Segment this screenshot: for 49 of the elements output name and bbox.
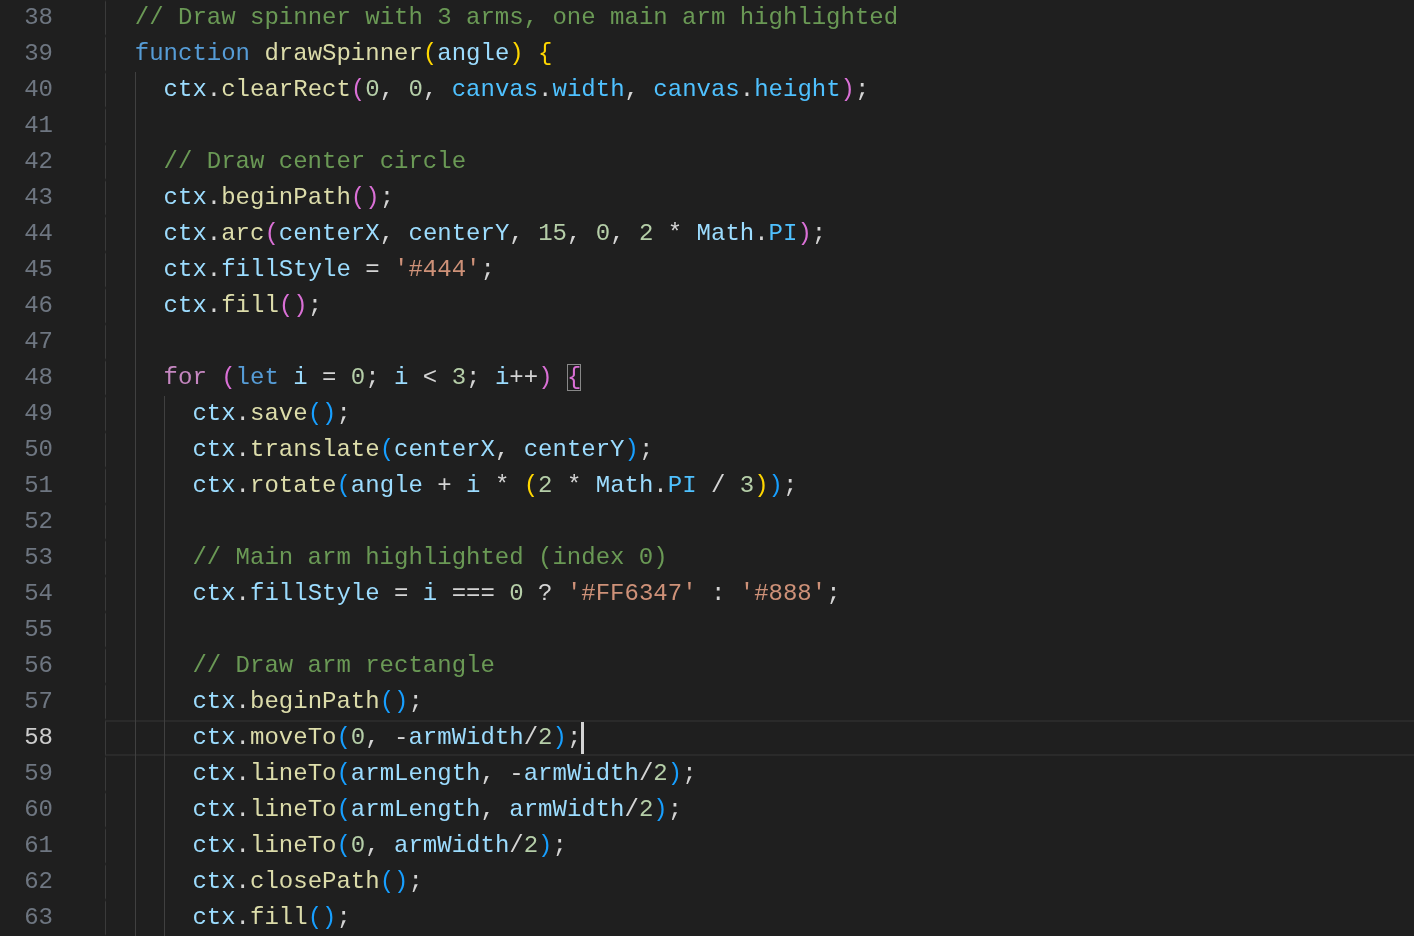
code-line: ctx.lineTo(armLength, armWidth/2); (192, 795, 683, 825)
code-line: // Draw center circle (163, 147, 467, 177)
line-number: 47 (23, 327, 54, 357)
code-line: ctx.lineTo(armLength, -armWidth/2); (192, 759, 697, 789)
code-line: // Main arm highlighted (index 0) (192, 543, 668, 573)
code-line: ctx.rotate(angle + i * (2 * Math.PI / 3)); (192, 471, 798, 501)
line-number: 39 (23, 39, 54, 69)
code-line: ctx.beginPath(); (192, 687, 423, 717)
line-number: 55 (23, 615, 54, 645)
line-number: 60 (23, 795, 54, 825)
code-line: ctx.beginPath(); (163, 183, 395, 213)
line-number: 40 (23, 75, 54, 105)
text-cursor (581, 722, 585, 754)
code-line: ctx.fillStyle = '#444'; (163, 255, 495, 285)
line-number: 54 (23, 579, 54, 609)
code-line: // Draw spinner with 3 arms, one main arm highlighted (134, 3, 899, 33)
code-line: ctx.translate(centerX, centerY); (192, 435, 654, 465)
line-number: 61 (23, 831, 54, 861)
line-number: 59 (23, 759, 54, 789)
line-number: 38 (23, 3, 54, 33)
code-line: ctx.fillStyle = i === 0 ? '#FF6347' : '#888'; (192, 579, 841, 609)
line-number: 49 (23, 399, 54, 429)
line-number: 48 (23, 363, 54, 393)
line-number: 58 (23, 723, 54, 753)
code-line: ctx.arc(centerX, centerY, 15, 0, 2 * Math.PI); (163, 219, 827, 249)
code-line: ctx.moveTo(0, -armWidth/2); (192, 723, 582, 753)
line-number: 63 (23, 903, 54, 933)
code-line: // Draw arm rectangle (192, 651, 495, 681)
code-line: ctx.fill(); (192, 903, 351, 933)
code-line: function drawSpinner(angle) { (134, 39, 553, 69)
line-number: 62 (23, 867, 54, 897)
code-line: ctx.clearRect(0, 0, canvas.width, canvas.height); (163, 75, 870, 105)
line-number: 57 (23, 687, 54, 717)
code-line: ctx.fill(); (163, 291, 323, 321)
line-number: 53 (23, 543, 54, 573)
line-number: 51 (23, 471, 54, 501)
line-number: 56 (23, 651, 54, 681)
code-line: ctx.closePath(); (192, 867, 423, 897)
line-number: 42 (23, 147, 54, 177)
line-number: 45 (23, 255, 54, 285)
line-number: 43 (23, 183, 54, 213)
line-number: 41 (23, 111, 54, 141)
line-number: 52 (23, 507, 54, 537)
code-line: ctx.save(); (192, 399, 351, 429)
line-number: 46 (23, 291, 54, 321)
code-line: ctx.lineTo(0, armWidth/2); (192, 831, 567, 861)
code-line: for (let i = 0; i < 3; i++) { (163, 363, 582, 393)
line-number: 44 (23, 219, 54, 249)
line-number: 50 (23, 435, 54, 465)
